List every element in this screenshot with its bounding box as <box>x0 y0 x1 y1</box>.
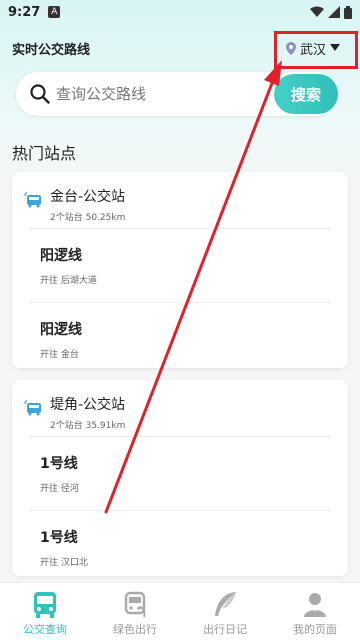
route-item[interactable]: 1号线 开往 汉口北 <box>28 510 332 584</box>
station-card: 堤角-公交站 2个站台 35.91km 1号线 开往 径河 1号线 开往 汉口北 <box>12 380 348 576</box>
route-direction: 开往 径河 <box>40 484 79 494</box>
page-title: 实时公交路线 <box>12 42 91 58</box>
route-item[interactable]: 阳逻线 开往 后湖大道 <box>28 228 332 302</box>
city-selector[interactable]: 武汉 <box>278 33 348 64</box>
wifi-icon <box>310 6 324 17</box>
bottom-nav: 公交查询 绿色出行 出行日记 我的页面 <box>0 582 360 640</box>
station-meta: 2个站台 50.25km <box>50 213 126 223</box>
route-name: 阳逻线 <box>40 322 82 338</box>
bus-station-icon <box>24 400 41 416</box>
status-icons <box>310 5 352 19</box>
status-time: 9:27 <box>8 4 41 20</box>
route-name: 1号线 <box>40 530 78 546</box>
feather-icon <box>215 592 236 616</box>
nav-label: 出行日记 <box>203 623 247 636</box>
nav-label: 我的页面 <box>293 623 337 636</box>
location-pin-icon <box>285 41 296 55</box>
station-name: 堤角-公交站 <box>50 397 126 413</box>
city-label: 武汉 <box>299 42 326 58</box>
caret-down-icon <box>330 44 340 51</box>
bus-icon <box>34 592 56 618</box>
search-button[interactable]: 搜索 <box>274 74 338 114</box>
nav-item-my-page[interactable]: 我的页面 <box>270 583 360 640</box>
notification-icon: A <box>48 6 61 18</box>
station-meta: 2个站台 35.91km <box>50 421 126 431</box>
nav-label: 公交查询 <box>23 623 67 636</box>
search-icon <box>30 84 50 104</box>
route-direction: 开往 后湖大道 <box>40 276 97 286</box>
station-header[interactable]: 金台-公交站 2个站台 50.25km <box>12 172 348 228</box>
battery-icon <box>344 5 352 19</box>
nav-label: 绿色出行 <box>113 623 157 636</box>
station-name: 金台-公交站 <box>50 189 126 205</box>
search-bar: 搜索 <box>16 72 338 116</box>
bus-station-icon <box>24 192 41 208</box>
section-title-hot-stations: 热门站点 <box>12 144 77 163</box>
route-item[interactable]: 1号线 开往 径河 <box>28 436 332 510</box>
station-card: 金台-公交站 2个站台 50.25km 阳逻线 开往 后湖大道 阳逻线 开往 金… <box>12 172 348 368</box>
nav-item-travel-diary[interactable]: 出行日记 <box>180 583 270 640</box>
route-item[interactable]: 阳逻线 开往 金台 <box>28 302 332 376</box>
user-icon <box>304 593 326 617</box>
nav-item-green-travel[interactable]: 绿色出行 <box>90 583 180 640</box>
recycle-bus-icon <box>124 591 146 618</box>
signal-icon <box>328 6 340 18</box>
route-direction: 开往 金台 <box>40 350 79 360</box>
route-name: 阳逻线 <box>40 248 82 264</box>
route-name: 1号线 <box>40 456 78 472</box>
route-direction: 开往 汉口北 <box>40 558 88 568</box>
nav-item-bus-query[interactable]: 公交查询 <box>0 583 90 640</box>
station-header[interactable]: 堤角-公交站 2个站台 35.91km <box>12 380 348 436</box>
app-header: 实时公交路线 武汉 <box>0 28 360 68</box>
status-bar: 9:27 A <box>0 0 360 24</box>
